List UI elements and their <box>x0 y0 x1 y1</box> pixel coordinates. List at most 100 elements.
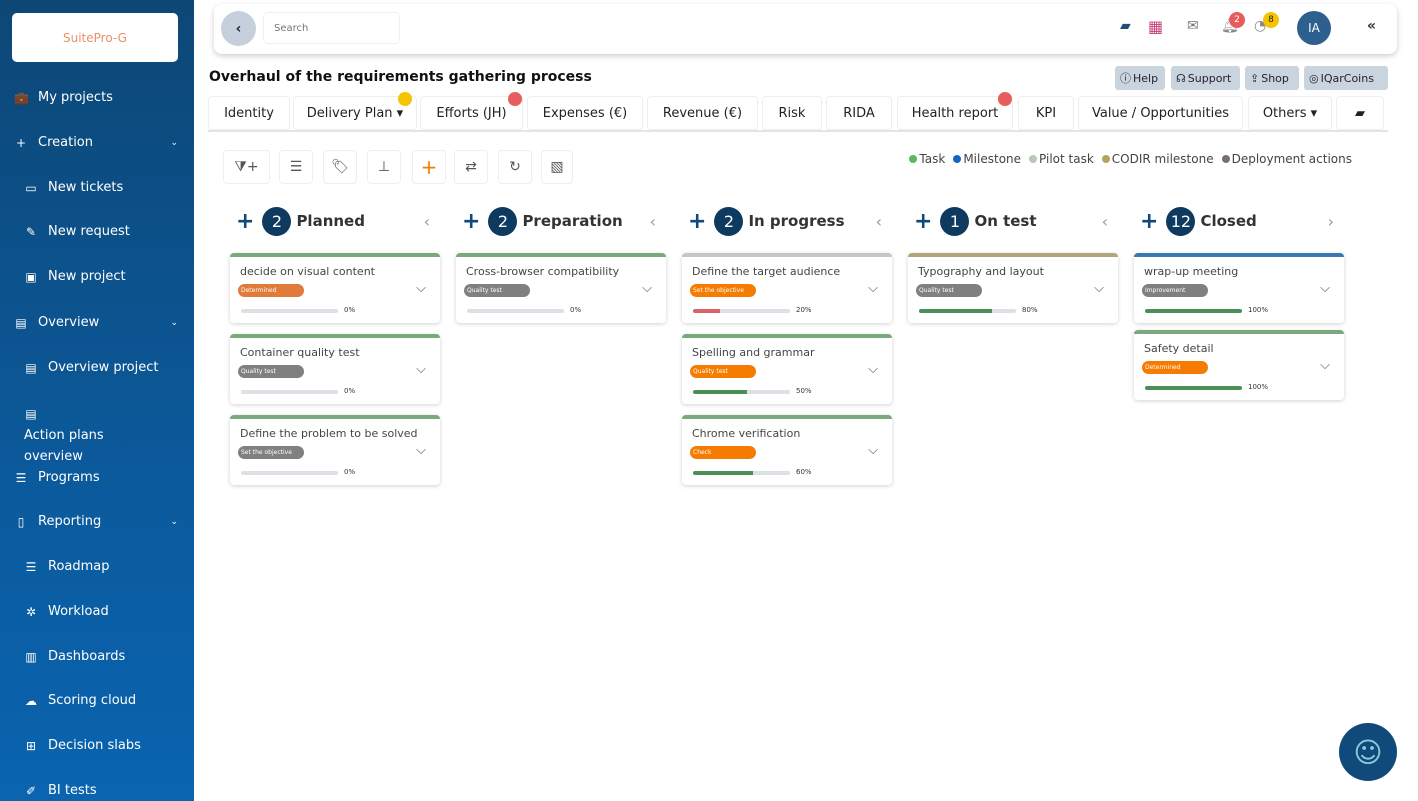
chevron-down-icon[interactable]: ⌵ <box>416 281 426 296</box>
sidebar-item-new-tickets[interactable]: ▭ New tickets <box>0 180 194 195</box>
chatbot-button[interactable]: ☺ <box>1339 723 1397 781</box>
sidebar-item-bi-tests[interactable]: ✐ BI tests <box>0 783 194 798</box>
filter-add-button[interactable]: ⧩+ <box>223 150 270 184</box>
column-header: +2 Planned ‹ <box>230 206 440 236</box>
shop-button[interactable]: ⇪ Shop <box>1245 66 1299 90</box>
task-card[interactable]: Typography and layout Quality test ⌵ 80% <box>908 253 1118 323</box>
chevron-down-icon[interactable]: ⌄ <box>170 318 178 328</box>
comments-tab[interactable]: ▰ <box>1336 96 1384 130</box>
collapse-column-button[interactable]: ‹ <box>650 212 656 231</box>
status-tag: Quality test <box>464 284 530 297</box>
tag-button[interactable]: 🏷︎ <box>323 150 357 184</box>
sidebar-item-label: Scoring cloud <box>48 693 137 708</box>
tab-risk[interactable]: Risk <box>762 96 822 130</box>
mail-icon[interactable]: ✉ <box>1187 18 1199 34</box>
progress-fill <box>693 471 754 475</box>
card-title: Define the target audience <box>692 265 841 278</box>
chevron-down-icon[interactable]: ⌄ <box>170 138 178 148</box>
swap-button[interactable]: ⇄ <box>454 150 488 184</box>
add-card-button[interactable]: + <box>462 209 480 234</box>
task-card[interactable]: wrap-up meeting Improvement ⌵ 100% <box>1134 253 1344 323</box>
task-card[interactable]: Spelling and grammar Quality test ⌵ 50% <box>682 334 892 404</box>
chevron-down-icon[interactable]: ⌵ <box>868 281 878 296</box>
card-title: Safety detail <box>1144 342 1214 355</box>
legend-label: Milestone <box>963 152 1022 166</box>
upload-icon: ⇪ <box>1250 71 1260 85</box>
card-title: Spelling and grammar <box>692 346 815 359</box>
legend-label: CODIR milestone <box>1111 152 1214 166</box>
chevron-down-icon[interactable]: ⌵ <box>416 362 426 377</box>
add-button[interactable]: + <box>412 150 446 184</box>
sidebar-item-creation[interactable]: + Creation ⌄ <box>0 135 194 150</box>
chevron-down-icon[interactable]: ⌄ <box>170 517 178 527</box>
logo[interactable]: SuitePro-G <box>12 13 178 62</box>
collapse-column-button[interactable]: ‹ <box>424 212 430 231</box>
sidebar-item-programs[interactable]: ☰ Programs <box>0 470 194 485</box>
sidebar-item-scoring-cloud[interactable]: ☁ Scoring cloud <box>0 693 194 708</box>
chevron-down-icon[interactable]: ⌵ <box>1320 358 1330 373</box>
task-card[interactable]: Define the problem to be solved Set the o… <box>230 415 440 485</box>
sidebar-item-overview[interactable]: ▤ Overview ⌄ <box>0 315 194 330</box>
chat-icon[interactable]: ▰ <box>1120 18 1131 34</box>
tab-expenses-[interactable]: Expenses (€) <box>527 96 643 130</box>
task-card[interactable]: Safety detail Determined ⌵ 100% <box>1134 330 1344 400</box>
sidebar-item-workload[interactable]: ✲ Workload <box>0 604 194 619</box>
task-card[interactable]: Container quality test Quality test ⌵ 0% <box>230 334 440 404</box>
sidebar-item-new-project[interactable]: ▣ New project <box>0 269 194 284</box>
chevron-down-icon[interactable]: ⌵ <box>868 443 878 458</box>
search-input[interactable] <box>263 12 400 44</box>
top-bar: ‹ ▰ ▦ ✉ 🔔︎ 2 ◔ 8 IA « <box>214 4 1397 54</box>
sidebar-item-dashboards[interactable]: ▥ Dashboards <box>0 649 194 664</box>
tab-identity[interactable]: Identity <box>208 96 290 130</box>
chevron-down-icon[interactable]: ⌵ <box>1320 281 1330 296</box>
list-view-button[interactable]: ☰ <box>279 150 313 184</box>
clipboard-icon: ▤ <box>15 315 27 330</box>
avatar[interactable]: IA <box>1297 11 1331 45</box>
task-card[interactable]: Define the target audience Set the object… <box>682 253 892 323</box>
double-chevron-left-icon[interactable]: « <box>1367 18 1376 34</box>
progress-bar <box>919 309 1016 313</box>
chevron-down-icon[interactable]: ⌵ <box>416 443 426 458</box>
iqarcoins-button[interactable]: ◎ IQarCoins <box>1304 66 1388 90</box>
tab-rida[interactable]: RIDA <box>826 96 892 130</box>
legend-label: Deployment actions <box>1231 152 1352 166</box>
column-count: 12 <box>1166 206 1196 236</box>
status-tag: Set the objective <box>238 446 304 459</box>
collapse-column-button[interactable]: ‹ <box>1102 212 1108 231</box>
tab-value-opportunities[interactable]: Value / Opportunities <box>1078 96 1243 130</box>
sidebar-item-label: Action plans overview <box>24 428 104 464</box>
tab-revenue-[interactable]: Revenue (€) <box>647 96 758 130</box>
collapse-column-button[interactable]: ‹ <box>876 212 882 231</box>
add-card-button[interactable]: + <box>236 209 254 234</box>
support-button[interactable]: ☊ Support <box>1171 66 1240 90</box>
chevron-down-icon[interactable]: ⌵ <box>868 362 878 377</box>
add-card-button[interactable]: + <box>914 209 932 234</box>
add-card-button[interactable]: + <box>688 209 706 234</box>
export-excel-button[interactable]: ▧ <box>541 150 573 184</box>
sidebar-item-action-plans-overview[interactable]: ▤ Action plans overview <box>0 404 150 467</box>
chevron-down-icon[interactable]: ⌵ <box>1094 281 1104 296</box>
collapse-column-button[interactable]: › <box>1328 212 1334 231</box>
task-card[interactable]: Cross-browser compatibility Quality test ⌵… <box>456 253 666 323</box>
hierarchy-button[interactable]: ⊥ <box>367 150 401 184</box>
chevron-down-icon[interactable]: ⌵ <box>642 281 652 296</box>
apps-grid-icon[interactable]: ▦ <box>1148 17 1163 36</box>
sidebar-item-reporting[interactable]: ▯ Reporting ⌄ <box>0 514 194 529</box>
sidebar-item-new-request[interactable]: ✎ New request <box>0 224 194 239</box>
tab-health-report[interactable]: Health report <box>897 96 1013 130</box>
legend-item: Pilot task <box>1029 152 1094 166</box>
sidebar-item-my-projects[interactable]: 💼 My projects <box>0 90 194 105</box>
help-button[interactable]: ⓘ Help <box>1115 66 1165 90</box>
sidebar-item-decision-slabs[interactable]: ⊞ Decision slabs <box>0 738 194 753</box>
task-card[interactable]: Chrome verification Check ⌵ 60% <box>682 415 892 485</box>
refresh-button[interactable]: ↻ <box>498 150 532 184</box>
sidebar-item-roadmap[interactable]: ☰ Roadmap <box>0 559 194 574</box>
task-card[interactable]: decide on visual content Determined ⌵ 0% <box>230 253 440 323</box>
progress-fill <box>919 309 992 313</box>
add-card-button[interactable]: + <box>1140 209 1158 234</box>
tab-badge <box>508 92 522 106</box>
sidebar-item-overview-project[interactable]: ▤ Overview project <box>0 360 194 375</box>
collapse-sidebar-button[interactable]: ‹ <box>221 11 256 46</box>
tab-others-[interactable]: Others ▾ <box>1248 96 1332 130</box>
tab-kpi[interactable]: KPI <box>1018 96 1074 130</box>
